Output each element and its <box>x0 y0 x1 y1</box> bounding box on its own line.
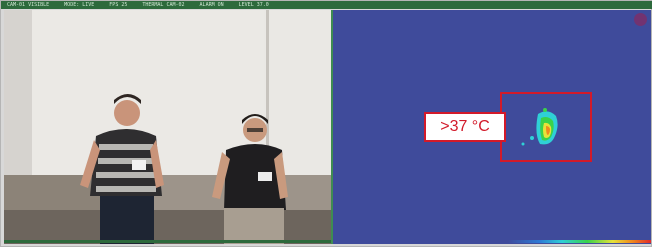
status-bar: CAM-01 VISIBLE MODE: LIVE FPS 25 THERMAL… <box>1 1 652 9</box>
status-segment: ALARM ON <box>199 2 224 8</box>
camera-scene <box>4 10 331 244</box>
temperature-alert-label: >37 °C <box>424 112 506 142</box>
fever-detection-box <box>500 92 592 162</box>
visible-feed-bottom-bar <box>4 240 331 243</box>
thermal-camera-feed[interactable]: >37 °C <box>333 10 651 244</box>
status-segment: MODE: LIVE <box>64 2 95 8</box>
status-segment: FPS 25 <box>109 2 128 8</box>
status-segment: CAM-01 VISIBLE <box>7 2 50 8</box>
camera-viewer-window: CAM-01 VISIBLE MODE: LIVE FPS 25 THERMAL… <box>0 0 652 247</box>
visible-camera-feed[interactable] <box>4 10 333 244</box>
status-segment: LEVEL 37.0 <box>238 2 269 8</box>
status-segment: THERMAL CAM-02 <box>142 2 185 8</box>
thermal-color-scale <box>333 240 651 243</box>
